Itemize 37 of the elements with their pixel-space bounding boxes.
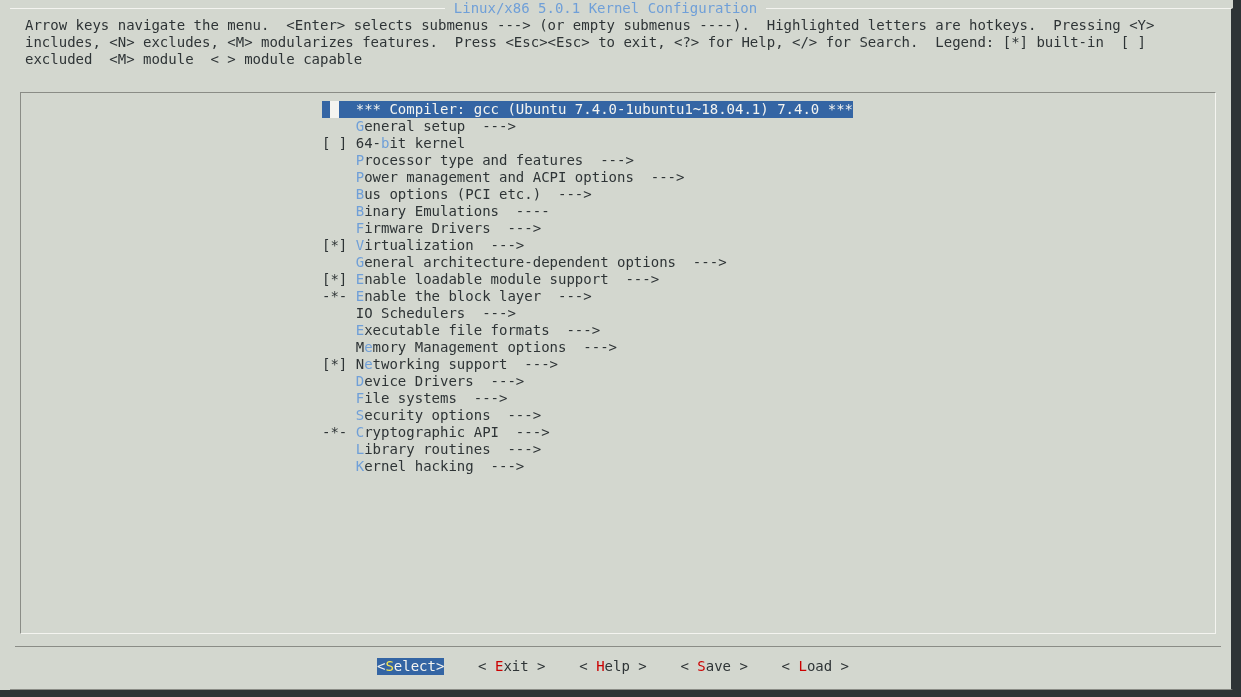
menu-item[interactable]: Enable loadable module support ---> bbox=[355, 271, 660, 288]
menu-item[interactable]: Security options ---> bbox=[355, 407, 542, 424]
menu-button[interactable]: < Exit > bbox=[478, 658, 546, 675]
menu-item[interactable]: Bus options (PCI etc.) ---> bbox=[355, 186, 592, 203]
menu-item[interactable]: File systems ---> bbox=[355, 390, 508, 407]
menu-button[interactable]: < Help > bbox=[579, 658, 647, 675]
menu-item[interactable]: Executable file formats ---> bbox=[355, 322, 601, 339]
menu-item[interactable]: Device Drivers ---> bbox=[355, 373, 525, 390]
help-text: Arrow keys navigate the menu. <Enter> selects submenus ---> (or empty submenus ----). Highlighted letters are hotkeys. Pressing <Y> bbox=[25, 17, 1156, 34]
menu-item[interactable]: Firmware Drivers ---> bbox=[355, 220, 542, 237]
menu-item[interactable]: Virtualization ---> bbox=[355, 237, 525, 254]
menu-item[interactable]: Networking support ---> bbox=[355, 356, 558, 373]
option-marker: [*] bbox=[322, 271, 349, 288]
menu-item[interactable]: Cryptographic API ---> bbox=[355, 424, 550, 441]
menu-item[interactable]: Memory Management options ---> bbox=[355, 339, 617, 356]
menu-item[interactable]: Binary Emulations ---- bbox=[355, 203, 550, 220]
option-marker: -*- bbox=[322, 288, 349, 305]
help-text: excluded <M> module < > module capable bbox=[25, 51, 364, 68]
option-marker: [ ] bbox=[322, 135, 349, 152]
menu-item[interactable]: IO Schedulers ---> bbox=[355, 305, 516, 322]
menu-item[interactable]: General architecture-dependent options ---> bbox=[355, 254, 727, 271]
menu-item[interactable]: *** Compiler: gcc (Ubuntu 7.4.0-1ubuntu1~18.04.1) 7.4.0 *** bbox=[338, 101, 853, 118]
menu-item[interactable]: General setup ---> bbox=[355, 118, 516, 135]
menu-item[interactable]: Library routines ---> bbox=[355, 441, 542, 458]
menu-button[interactable]: <Select> bbox=[376, 658, 445, 675]
menu-item[interactable]: 64-bit kernel bbox=[355, 135, 466, 152]
menu-item[interactable]: Processor type and features ---> bbox=[355, 152, 634, 169]
window-title: Linux/x86 5.0.1 Kernel Configuration bbox=[445, 0, 766, 17]
help-text: includes, <N> excludes, <M> modularizes features. Press <Esc><Esc> to exit, <?> for Help, </> for Search. Legend: [*] built-in [ ] bbox=[25, 34, 1148, 51]
menu-item[interactable]: Kernel hacking ---> bbox=[355, 458, 525, 475]
menu-button[interactable]: < Load > bbox=[781, 658, 850, 675]
menu-item[interactable]: Enable the block layer ---> bbox=[355, 288, 592, 305]
menu-button[interactable]: < Save > bbox=[680, 658, 748, 675]
menu-item[interactable]: Power management and ACPI options ---> bbox=[355, 169, 685, 186]
option-marker: [*] bbox=[322, 237, 349, 254]
option-marker: [*] bbox=[322, 356, 349, 373]
option-marker: -*- bbox=[322, 424, 349, 441]
